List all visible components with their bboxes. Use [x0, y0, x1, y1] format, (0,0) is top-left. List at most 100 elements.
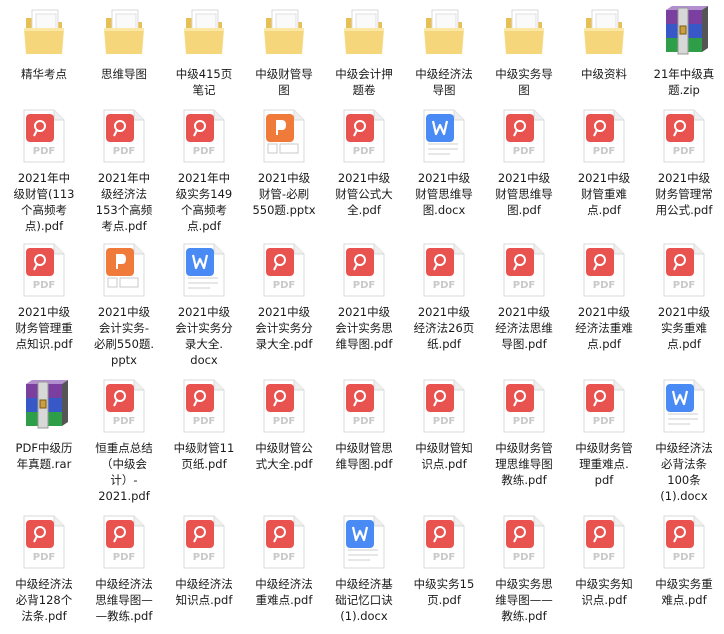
file-name-line: (1).docx — [660, 489, 708, 503]
file-name-line: 知识点.pdf — [175, 593, 233, 607]
file-name-line: 2021中级 — [417, 171, 471, 185]
pdf-file-item[interactable]: PDF 中级实务15 页.pdf — [404, 514, 484, 608]
file-name-line: 必背128个 — [15, 593, 73, 607]
archive-icon — [20, 378, 68, 434]
file-name-line: 2021中级 — [657, 171, 711, 185]
pdf-file-icon: PDF — [20, 108, 68, 164]
pdf-file-item[interactable]: PDF 2021中级 财管公式大 全.pdf — [324, 108, 404, 218]
pdf-file-item[interactable]: PDF 中级经济法 思维导图— —教练.pdf — [84, 514, 164, 624]
folder-file-item[interactable]: 中级财管导图 — [244, 4, 324, 98]
pdf-file-item[interactable]: PDF 2021中级 财务管理重 点知识.pdf — [4, 242, 84, 352]
pdf-file-item[interactable]: PDF 2021中级 经济法思维 导图.pdf — [484, 242, 564, 352]
file-name-line: 财管-必刷 — [258, 187, 310, 201]
pdf-file-item[interactable]: PDF 2021中级 会计实务分 录大全.pdf — [244, 242, 324, 352]
pdf-file-icon: PDF — [660, 242, 708, 298]
file-name-line: 点).pdf — [24, 219, 64, 233]
file-name-label: 2021中级 财管思维导 图.docx — [404, 170, 484, 218]
pdf-file-icon: PDF — [420, 242, 468, 298]
pdf-file-item[interactable]: PDF 2021年中 级实务149 个高频考 点.pdf — [164, 108, 244, 234]
pdf-file-icon: PDF — [100, 378, 148, 434]
file-name-line: 中级实务知 — [575, 577, 633, 591]
file-name-line: 维导图.pdf — [335, 337, 393, 351]
folder-file-item[interactable]: 思维导图 — [84, 4, 164, 82]
pdf-file-item[interactable]: PDF 2021中级 财管思维导 图.pdf — [484, 108, 564, 218]
pdf-file-item[interactable]: PDF 中级经济法 必背128个 法条.pdf — [4, 514, 84, 624]
file-name-label: 2021中级 经济法重难 点.pdf — [564, 304, 644, 352]
pdf-file-item[interactable]: PDF 中级实务知 识点.pdf — [564, 514, 644, 608]
file-name-line: 图.docx — [422, 203, 466, 217]
file-name-line: 点.pdf — [187, 219, 221, 233]
pdf-file-icon: PDF — [340, 242, 388, 298]
svg-text:PDF: PDF — [433, 416, 455, 427]
pdf-file-item[interactable]: PDF 2021中级 财管重难 点.pdf — [564, 108, 644, 218]
pdf-file-item[interactable]: PDF 中级财管思 维导图.pdf — [324, 378, 404, 472]
file-name-line: 录大全.pdf — [255, 337, 313, 351]
file-name-line: 难点.pdf — [661, 593, 707, 607]
file-name-label: 中级实务导图 — [484, 66, 564, 98]
pdf-file-item[interactable]: PDF 中级经济法 知识点.pdf — [164, 514, 244, 608]
file-name-line: 页.pdf — [427, 593, 461, 607]
file-name-label: 中级财管导图 — [244, 66, 324, 98]
file-name-line: 法条.pdf — [21, 609, 67, 623]
folder-file-item[interactable]: 中级资料 — [564, 4, 644, 82]
folder-file-item[interactable]: 中级实务导图 — [484, 4, 564, 98]
pdf-file-item[interactable]: PDF 中级经济法 重难点.pdf — [244, 514, 324, 608]
pdf-file-icon: PDF — [500, 378, 548, 434]
pdf-file-item[interactable]: PDF 中级实务思 维导图—— 教练.pdf — [484, 514, 564, 624]
folder-file-item[interactable]: 中级经济法 导图 — [404, 4, 484, 98]
pdf-file-item[interactable]: PDF 中级财务管 理思维导图 教练.pdf — [484, 378, 564, 488]
docx-file-item[interactable]: 2021中级 会计实务分 录大全. docx — [164, 242, 244, 368]
svg-text:PDF: PDF — [113, 552, 135, 563]
file-name-label: 2021中级 经济法思维 导图.pdf — [484, 304, 564, 352]
file-name-label: 2021中级 经济法26页 纸.pdf — [404, 304, 484, 352]
file-name-line: 思维导图— — [95, 593, 153, 607]
pdf-file-item[interactable]: PDF 中级财务管 理重难点. pdf — [564, 378, 644, 488]
pdf-file-icon: PDF — [100, 108, 148, 164]
svg-text:PDF: PDF — [113, 146, 135, 157]
file-name-line: 中级财务管 — [575, 441, 633, 455]
pdf-file-icon: PDF — [580, 378, 628, 434]
file-name-line: 础记忆口诀 — [335, 593, 393, 607]
file-name-line: 中级经济法 — [655, 441, 713, 455]
docx-file-item[interactable]: 2021中级 财管思维导 图.docx — [404, 108, 484, 218]
pdf-file-item[interactable]: PDF 2021年中 级经济法 153个高频 考点.pdf — [84, 108, 164, 234]
file-name-line: 2021中级 — [257, 305, 311, 319]
file-name-label: 2021中级 会计实务分 录大全. docx — [164, 304, 244, 368]
docx-file-item[interactable]: 中级经济基 础记忆口诀 (1).docx — [324, 514, 404, 624]
file-name-line: 点.pdf — [587, 203, 621, 217]
svg-text:PDF: PDF — [513, 146, 535, 157]
folder-file-item[interactable]: 中级415页 笔记 — [164, 4, 244, 98]
pdf-file-item[interactable]: PDF 2021中级 实务重难 点.pdf — [644, 242, 724, 352]
file-name-line: 式大全.pdf — [255, 457, 313, 471]
docx-file-item[interactable]: 中级经济法 必背法条 100条 (1).docx — [644, 378, 724, 504]
svg-text:PDF: PDF — [433, 280, 455, 291]
file-name-line: 导图.pdf — [501, 337, 547, 351]
file-name-line: 21年中级真 — [653, 67, 715, 81]
folder-file-item[interactable]: 中级会计押 题卷 — [324, 4, 404, 98]
file-name-line: 会计实务分 — [255, 321, 313, 335]
file-name-line: 中级财管11 — [173, 441, 235, 455]
pdf-file-item[interactable]: PDF 恒重点总结 （中级会 计）- 2021.pdf — [84, 378, 164, 504]
pdf-file-item[interactable]: PDF 2021中级 经济法重难 点.pdf — [564, 242, 644, 352]
file-name-line: 中级经济法 — [255, 577, 313, 591]
pdf-file-item[interactable]: PDF 中级财管知 识点.pdf — [404, 378, 484, 472]
file-name-line: 恒重点总结 — [95, 441, 153, 455]
file-name-label: 中级经济法 必背法条 100条 (1).docx — [644, 440, 724, 504]
pdf-file-item[interactable]: PDF 2021年中 级财管(113 个高频考 点).pdf — [4, 108, 84, 234]
pdf-file-item[interactable]: PDF 中级实务重 难点.pdf — [644, 514, 724, 608]
svg-text:PDF: PDF — [593, 552, 615, 563]
folder-file-item[interactable]: 精华考点 — [4, 4, 84, 82]
file-name-line: 财管思维导 — [495, 187, 553, 201]
pdf-file-item[interactable]: PDF 2021中级 经济法26页 纸.pdf — [404, 242, 484, 352]
file-name-line: 经济法重难 — [575, 321, 633, 335]
file-name-line: 图.pdf — [507, 203, 541, 217]
rar-file-item[interactable]: 21年中级真 题.zip — [644, 4, 724, 98]
pptx-file-item[interactable]: 2021中级 财管-必刷 550题.pptx — [244, 108, 324, 218]
pptx-file-item[interactable]: 2021中级 会计实务- 必刷550题. pptx — [84, 242, 164, 368]
pdf-file-item[interactable]: PDF 中级财管公 式大全.pdf — [244, 378, 324, 472]
pdf-file-item[interactable]: PDF 2021中级 财务管理常 用公式.pdf — [644, 108, 724, 218]
file-name-line: 经济法26页 — [413, 321, 475, 335]
pdf-file-item[interactable]: PDF 中级财管11 页纸.pdf — [164, 378, 244, 472]
pdf-file-item[interactable]: PDF 2021中级 会计实务思 维导图.pdf — [324, 242, 404, 352]
rar-file-item[interactable]: PDF中级历 年真题.rar — [4, 378, 84, 472]
